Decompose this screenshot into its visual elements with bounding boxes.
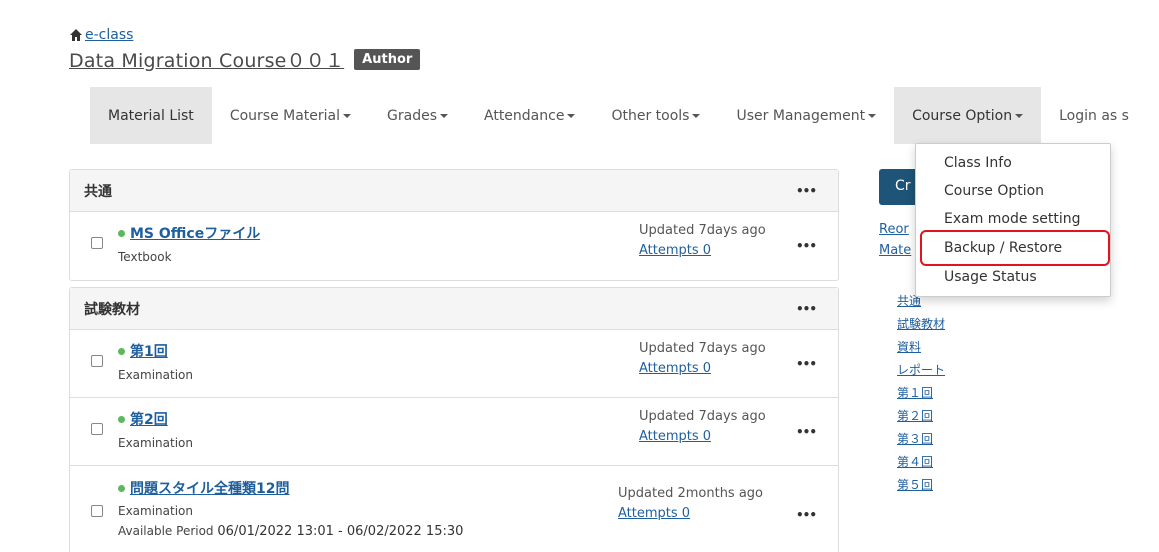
section-jump-link[interactable]: 第５回 <box>897 474 945 497</box>
material-type: Examination <box>118 368 194 382</box>
more-options-icon[interactable]: ••• <box>796 184 817 198</box>
status-dot-icon <box>118 229 125 237</box>
nav-label: Login as s <box>1059 107 1129 124</box>
nav-label: Grades <box>387 107 437 124</box>
course-option-dropdown: Class Info Course Option Exam mode setti… <box>915 143 1111 297</box>
section-jump-link[interactable]: 第３回 <box>897 428 945 451</box>
section-jump-link[interactable]: 第１回 <box>897 382 945 405</box>
nav-user-management[interactable]: User Management <box>718 87 894 144</box>
course-nav: Material List Course Material Grades Att… <box>90 87 1147 144</box>
section-jump-link[interactable]: レポート <box>897 359 945 382</box>
select-checkbox[interactable] <box>91 355 103 367</box>
course-title[interactable]: Data Migration Course００１ <box>69 46 344 73</box>
updated-text: Updated 2months ago <box>618 486 764 501</box>
role-badge: Author <box>354 49 421 70</box>
nav-label: Attendance <box>484 107 565 124</box>
menu-item-course-option[interactable]: Course Option <box>944 183 1044 199</box>
section-jump-link[interactable]: 第２回 <box>897 405 945 428</box>
period-label: Available Period <box>118 524 214 538</box>
period-value: 06/01/2022 13:01 - 06/02/2022 15:30 <box>217 524 464 539</box>
material-type: Textbook <box>118 250 172 264</box>
select-checkbox[interactable] <box>91 423 103 435</box>
section-jump-list: 共通 試験教材 資料 レポート 第１回 第２回 第３回 第４回 第５回 <box>897 290 945 497</box>
nav-label: Other tools <box>611 107 690 124</box>
nav-login-as[interactable]: Login as s <box>1041 87 1147 144</box>
highlight-box <box>920 230 1110 266</box>
material-type: Examination <box>118 436 194 450</box>
section-title: 試験教材 <box>84 301 140 318</box>
material-row: 問題スタイル全種類12問 Examination Available Perio… <box>70 466 838 552</box>
nav-label: Material List <box>108 107 194 124</box>
section-jump-link[interactable]: 第４回 <box>897 451 945 474</box>
menu-item-usage-status[interactable]: Usage Status <box>944 269 1037 285</box>
reorder-link-line2[interactable]: Mate <box>879 243 911 258</box>
caret-down-icon <box>868 113 877 118</box>
caret-down-icon <box>692 113 701 118</box>
home-icon <box>70 29 82 41</box>
status-dot-icon <box>118 415 125 423</box>
more-options-icon[interactable]: ••• <box>796 239 817 253</box>
course-header: Data Migration Course００１ Author <box>69 46 421 73</box>
more-options-icon[interactable]: ••• <box>796 508 817 522</box>
updated-text: Updated 7days ago <box>639 341 766 356</box>
material-title-link[interactable]: MS Officeファイル <box>130 223 260 243</box>
material-row: 第2回 Examination Updated 7days ago Attemp… <box>70 398 838 466</box>
breadcrumb: e-class <box>69 27 133 43</box>
more-options-icon[interactable]: ••• <box>796 425 817 439</box>
home-link[interactable]: e-class <box>85 27 133 43</box>
nav-other-tools[interactable]: Other tools <box>593 87 718 144</box>
more-options-icon[interactable]: ••• <box>796 302 817 316</box>
reorder-link[interactable]: Reor <box>879 222 909 237</box>
caret-down-icon <box>1015 113 1024 118</box>
material-section: 共通 ••• MS Officeファイル Textbook Updated 7d… <box>69 169 839 281</box>
attempts-link[interactable]: Attempts 0 <box>618 506 690 521</box>
nav-material-list[interactable]: Material List <box>90 87 212 144</box>
section-header: 試験教材 ••• <box>70 288 838 330</box>
nav-course-material[interactable]: Course Material <box>212 87 369 144</box>
section-jump-link[interactable]: 資料 <box>897 336 945 359</box>
nav-label: Course Option <box>912 107 1013 124</box>
select-checkbox[interactable] <box>91 505 103 517</box>
nav-attendance[interactable]: Attendance <box>466 87 593 144</box>
updated-text: Updated 7days ago <box>639 223 766 238</box>
status-dot-icon <box>118 484 125 492</box>
caret-down-icon <box>440 113 448 118</box>
select-checkbox[interactable] <box>91 237 103 249</box>
material-title-link[interactable]: 第1回 <box>130 341 168 361</box>
menu-item-exam-mode-setting[interactable]: Exam mode setting <box>944 211 1081 227</box>
nav-label: User Management <box>736 107 866 124</box>
attempts-link[interactable]: Attempts 0 <box>639 361 711 376</box>
nav-course-option[interactable]: Course Option <box>894 87 1042 144</box>
status-dot-icon <box>118 347 125 355</box>
material-type: Examination <box>118 504 194 518</box>
available-period: Available Period 06/01/2022 13:01 - 06/0… <box>118 524 463 539</box>
section-title: 共通 <box>84 183 112 200</box>
nav-label: Course Material <box>229 107 341 124</box>
attempts-link[interactable]: Attempts 0 <box>639 429 711 444</box>
more-options-icon[interactable]: ••• <box>796 357 817 371</box>
nav-grades[interactable]: Grades <box>369 87 466 144</box>
caret-down-icon <box>567 113 576 118</box>
material-title-link[interactable]: 第2回 <box>130 409 168 429</box>
updated-text: Updated 7days ago <box>639 409 766 424</box>
material-title-link[interactable]: 問題スタイル全種類12問 <box>130 478 289 498</box>
material-row: 第1回 Examination Updated 7days ago Attemp… <box>70 330 838 398</box>
material-row: MS Officeファイル Textbook Updated 7days ago… <box>70 212 838 280</box>
section-header: 共通 ••• <box>70 170 838 212</box>
menu-item-class-info[interactable]: Class Info <box>944 155 1012 171</box>
caret-down-icon <box>343 113 352 118</box>
material-section: 試験教材 ••• 第1回 Examination Updated 7days a… <box>69 287 839 552</box>
section-jump-link[interactable]: 試験教材 <box>897 313 945 336</box>
attempts-link[interactable]: Attempts 0 <box>639 243 711 258</box>
